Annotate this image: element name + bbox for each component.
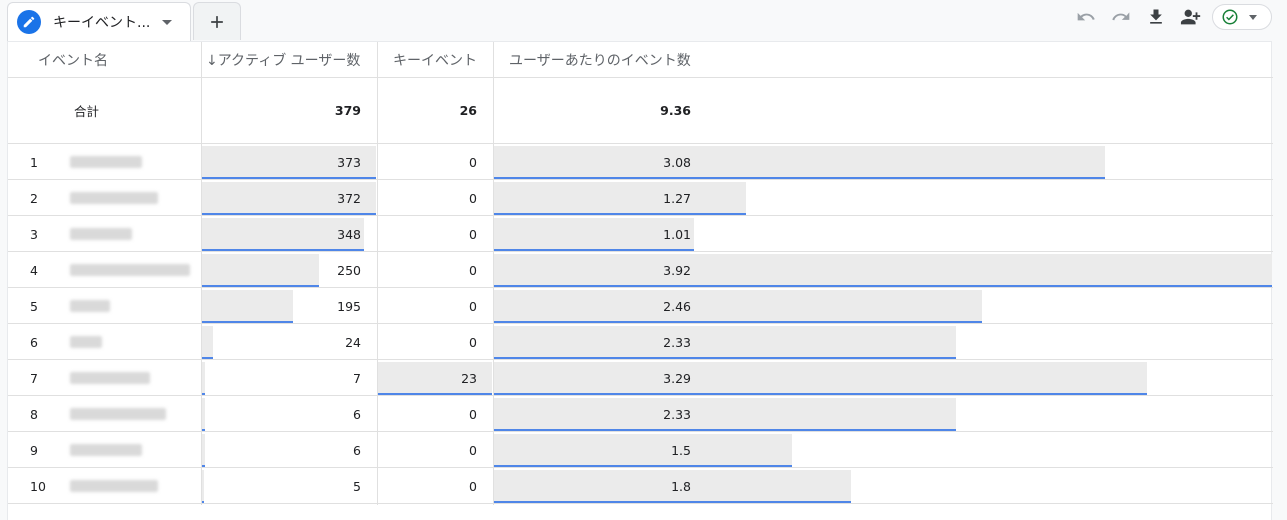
row-active-users: 373 [337, 154, 361, 170]
event-name-redacted [70, 264, 190, 276]
table-row[interactable]: 1 373 0 3.08 [8, 144, 1273, 180]
share-user-icon[interactable] [1178, 4, 1204, 30]
dropdown-icon[interactable] [162, 19, 173, 25]
row-active-users: 348 [337, 226, 361, 242]
download-icon[interactable] [1143, 4, 1169, 30]
status-dropdown[interactable] [1212, 4, 1272, 30]
row-rank: 4 [30, 262, 38, 278]
table-row[interactable]: 6 24 0 2.33 [8, 324, 1273, 360]
redo-icon[interactable] [1108, 4, 1134, 30]
row-events-per-user: 1.27 [663, 190, 691, 206]
row-key-events: 0 [469, 406, 477, 422]
event-name-redacted [70, 372, 150, 384]
event-name-redacted [70, 480, 158, 492]
check-circle-icon [1222, 9, 1238, 25]
row-active-users: 6 [353, 406, 361, 422]
row-rank: 6 [30, 334, 38, 350]
row-key-events: 0 [469, 478, 477, 494]
event-name-redacted [70, 408, 166, 420]
row-events-per-user: 3.08 [663, 154, 691, 170]
row-events-per-user: 2.33 [663, 406, 691, 422]
data-table: イベント名 ↓アクティブ ユーザー数 キーイベント ユーザーあたりのイベント数 … [7, 41, 1273, 520]
table-row[interactable]: 9 6 0 1.5 [8, 432, 1273, 468]
row-events-per-user: 3.29 [663, 370, 691, 386]
total-active-users: 379 [334, 103, 361, 118]
chevron-down-icon [1249, 14, 1257, 20]
row-active-users: 372 [337, 190, 361, 206]
row-events-per-user: 2.33 [663, 334, 691, 350]
table-row[interactable]: 8 6 0 2.33 [8, 396, 1273, 432]
row-events-per-user: 1.5 [671, 442, 691, 458]
row-events-per-user: 2.46 [663, 298, 691, 314]
table-row[interactable]: 10 5 0 1.8 [8, 468, 1273, 504]
table-row[interactable]: 7 7 23 3.29 [8, 360, 1273, 396]
row-active-users: 5 [353, 478, 361, 494]
table-row[interactable]: 5 195 0 2.46 [8, 288, 1273, 324]
row-key-events: 0 [469, 298, 477, 314]
row-active-users: 195 [337, 298, 361, 314]
event-name-redacted [70, 192, 158, 204]
row-key-events: 23 [461, 370, 477, 386]
event-name-redacted [70, 444, 142, 456]
table-row[interactable]: 4 250 0 3.92 [8, 252, 1273, 288]
header-event-name[interactable]: イベント名 [38, 42, 198, 78]
row-key-events: 0 [469, 442, 477, 458]
table-row[interactable]: 3 348 0 1.01 [8, 216, 1273, 252]
row-key-events: 0 [469, 334, 477, 350]
total-label: 合計 [74, 104, 100, 119]
tab-label: キーイベント... [53, 15, 151, 31]
toolbar [1064, 4, 1272, 30]
header-key-events[interactable]: キーイベント [393, 42, 493, 78]
row-key-events: 0 [469, 154, 477, 170]
table-row[interactable]: 2 372 0 1.27 [8, 180, 1273, 216]
event-name-redacted [70, 336, 102, 348]
total-events-per-user: 9.36 [660, 103, 691, 118]
row-rank: 1 [30, 154, 38, 170]
row-divider [8, 503, 1273, 504]
row-active-users: 250 [337, 262, 361, 278]
row-active-users: 7 [353, 370, 361, 386]
event-name-redacted [70, 300, 110, 312]
edit-icon[interactable] [17, 10, 41, 34]
undo-icon[interactable] [1073, 4, 1099, 30]
row-active-users: 24 [345, 334, 361, 350]
row-key-events: 0 [469, 226, 477, 242]
row-rank: 10 [30, 478, 46, 494]
row-rank: 9 [30, 442, 38, 458]
row-rank: 3 [30, 226, 38, 242]
event-name-redacted [70, 228, 132, 240]
row-events-per-user: 3.92 [663, 262, 691, 278]
header-events-per-user[interactable]: ユーザーあたりのイベント数 [509, 42, 809, 78]
total-key-events: 26 [459, 103, 477, 118]
add-tab-icon [211, 15, 223, 28]
row-rank: 8 [30, 406, 38, 422]
row-key-events: 0 [469, 262, 477, 278]
tab-bar: キーイベント... [0, 0, 1287, 41]
row-events-per-user: 1.01 [663, 226, 691, 242]
row-rank: 7 [30, 370, 38, 386]
event-name-redacted [70, 156, 142, 168]
row-key-events: 0 [469, 190, 477, 206]
row-active-users: 6 [353, 442, 361, 458]
report-tab[interactable]: キーイベント... [7, 2, 191, 41]
row-rank: 2 [30, 190, 38, 206]
row-rank: 5 [30, 298, 38, 314]
header-active-users[interactable]: ↓アクティブ ユーザー数 [206, 42, 374, 78]
add-tab-button[interactable] [193, 2, 241, 40]
row-events-per-user: 1.8 [671, 478, 691, 494]
